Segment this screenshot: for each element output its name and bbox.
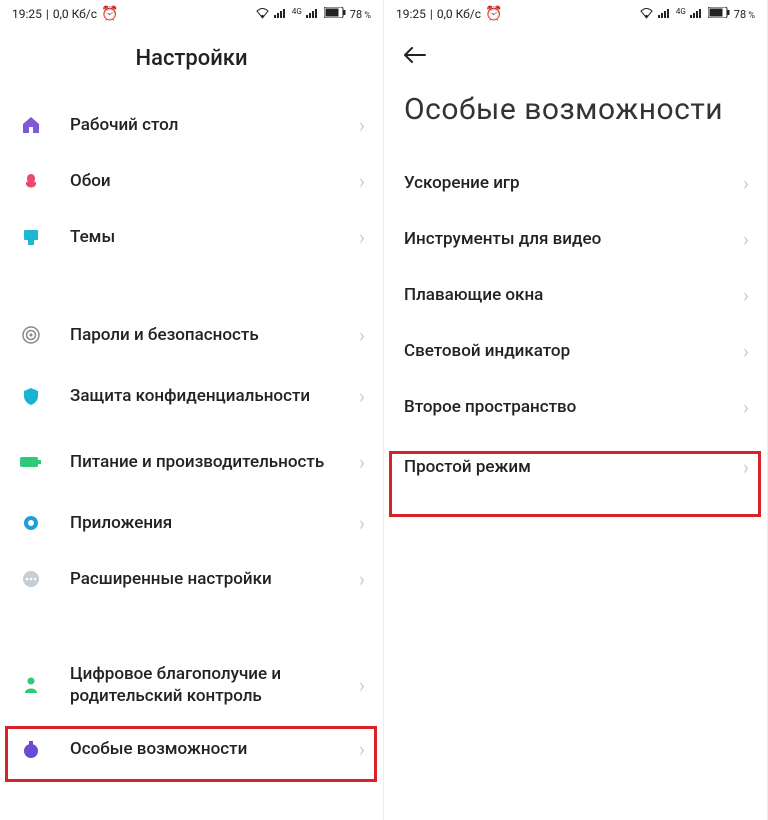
battery-perf-icon (20, 451, 42, 473)
status-left: 19:25 | 0,0 Кб/с ⏰ (396, 6, 502, 22)
security-icon (20, 324, 42, 346)
row-label: Пароли и безопасность (70, 324, 359, 346)
row-advanced[interactable]: Расширенные настройки › (0, 551, 383, 607)
themes-icon (20, 226, 42, 248)
row-video-tools[interactable]: Инструменты для видео › (384, 211, 767, 267)
row-label: Плавающие окна (404, 284, 743, 306)
status-right: 4G 78 % (639, 7, 755, 22)
wellbeing-icon (20, 674, 42, 696)
apps-icon (20, 512, 42, 534)
status-speed: 0,0 Кб/с (437, 7, 481, 21)
signal-icon (658, 8, 672, 21)
status-speed: 0,0 Кб/с (53, 7, 97, 21)
features-icon (20, 738, 42, 760)
status-bar: 19:25 | 0,0 Кб/с ⏰ 4G 78 % (0, 0, 383, 28)
chevron-right-icon: › (743, 455, 749, 479)
row-floating-windows[interactable]: Плавающие окна › (384, 267, 767, 323)
chevron-right-icon: › (359, 113, 365, 137)
status-right: 4G 78 % (255, 7, 371, 22)
chevron-right-icon: › (743, 227, 749, 251)
row-wallpaper[interactable]: Обои › (0, 153, 383, 209)
network-label: 4G (676, 7, 686, 16)
row-label: Питание и производительность (70, 451, 359, 473)
status-time: 19:25 (12, 7, 42, 21)
row-wellbeing[interactable]: Цифровое благополучие и родительский кон… (0, 649, 383, 721)
row-apps[interactable]: Приложения › (0, 495, 383, 551)
chevron-right-icon: › (359, 169, 365, 193)
chevron-right-icon: › (359, 737, 365, 761)
battery-icon (324, 7, 346, 21)
chevron-right-icon: › (743, 395, 749, 419)
wifi-icon (255, 7, 270, 22)
signal-icon-2 (306, 8, 320, 21)
row-label: Расширенные настройки (70, 568, 359, 590)
row-themes[interactable]: Темы › (0, 209, 383, 265)
wallpaper-icon (20, 170, 42, 192)
chevron-right-icon: › (743, 283, 749, 307)
chevron-right-icon: › (359, 673, 365, 697)
row-label: Особые возможности (70, 738, 359, 760)
battery-pct: 78 % (350, 8, 371, 21)
row-second-space[interactable]: Второе пространство › (384, 379, 767, 435)
row-passwords[interactable]: Пароли и безопасность › (0, 307, 383, 363)
row-label: Защита конфиденциальности (70, 385, 359, 407)
row-special-features[interactable]: Особые возможности › (0, 721, 383, 777)
alarm-icon: ⏰ (485, 6, 502, 22)
row-game-boost[interactable]: Ускорение игр › (384, 155, 767, 211)
row-label: Простой режим (404, 456, 743, 478)
chevron-right-icon: › (743, 171, 749, 195)
features-screen: 19:25 | 0,0 Кб/с ⏰ 4G 78 % Особые возмож… (384, 0, 768, 820)
row-simple-mode[interactable]: Простой режим › (384, 439, 767, 495)
page-title: Особые возможности (384, 74, 767, 155)
row-label: Инструменты для видео (404, 228, 743, 250)
alarm-icon: ⏰ (101, 6, 118, 22)
advanced-icon (20, 568, 42, 590)
status-bar: 19:25 | 0,0 Кб/с ⏰ 4G 78 % (384, 0, 767, 28)
row-label: Обои (70, 170, 359, 192)
row-privacy[interactable]: Защита конфиденциальности › (0, 363, 383, 429)
privacy-icon (20, 385, 42, 407)
settings-screen: 19:25 | 0,0 Кб/с ⏰ 4G 78 % Настройки (0, 0, 384, 820)
chevron-right-icon: › (359, 323, 365, 347)
battery-icon (708, 7, 730, 21)
row-label: Цифровое благополучие и родительский кон… (70, 663, 359, 707)
home-icon (20, 114, 42, 136)
status-time: 19:25 (396, 7, 426, 21)
chevron-right-icon: › (743, 339, 749, 363)
row-label: Темы (70, 226, 359, 248)
row-label: Рабочий стол (70, 114, 359, 136)
features-list: Ускорение игр › Инструменты для видео › … (384, 155, 767, 495)
signal-icon-2 (690, 8, 704, 21)
row-label: Приложения (70, 512, 359, 534)
chevron-right-icon: › (359, 450, 365, 474)
signal-icon (274, 8, 288, 21)
battery-pct: 78 % (734, 8, 755, 21)
chevron-right-icon: › (359, 567, 365, 591)
chevron-right-icon: › (359, 511, 365, 535)
row-label: Ускорение игр (404, 172, 743, 194)
settings-list: Рабочий стол › Обои › Темы › Пароли и бе… (0, 97, 383, 777)
back-button[interactable] (384, 28, 767, 74)
chevron-right-icon: › (359, 384, 365, 408)
row-battery-perf[interactable]: Питание и производительность › (0, 429, 383, 495)
chevron-right-icon: › (359, 225, 365, 249)
row-led[interactable]: Световой индикатор › (384, 323, 767, 379)
row-desktop[interactable]: Рабочий стол › (0, 97, 383, 153)
page-title: Настройки (0, 28, 383, 97)
status-left: 19:25 | 0,0 Кб/с ⏰ (12, 6, 118, 22)
wifi-icon (639, 7, 654, 22)
row-label: Второе пространство (404, 396, 743, 418)
network-label: 4G (292, 7, 302, 16)
row-label: Световой индикатор (404, 340, 743, 362)
